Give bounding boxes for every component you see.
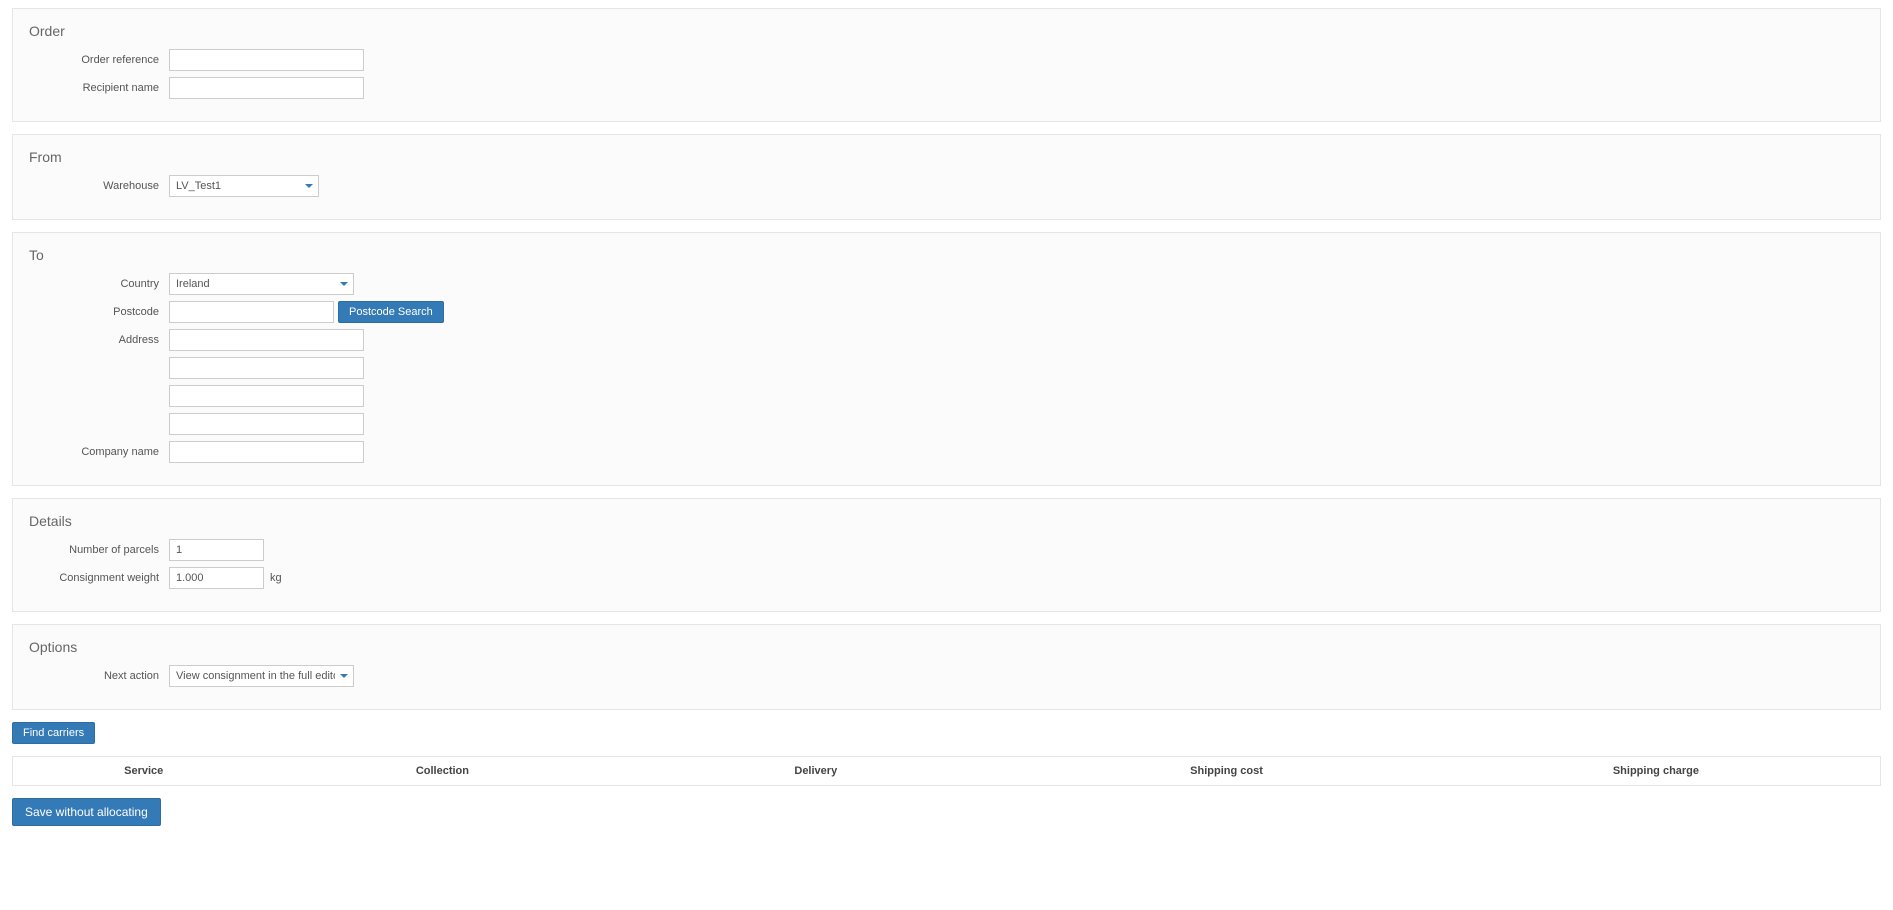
recipient-input[interactable] bbox=[169, 77, 364, 99]
postcode-label: Postcode bbox=[29, 306, 169, 318]
carriers-table: Service Collection Delivery Shipping cos… bbox=[13, 757, 1880, 785]
recipient-label: Recipient name bbox=[29, 82, 169, 94]
save-without-allocating-button[interactable]: Save without allocating bbox=[12, 798, 161, 826]
col-collection: Collection bbox=[274, 757, 610, 785]
warehouse-select[interactable]: LV_Test1 bbox=[169, 175, 319, 197]
order-panel: Order Order reference Recipient name bbox=[12, 8, 1881, 122]
address4-input[interactable] bbox=[169, 413, 364, 435]
address3-input[interactable] bbox=[169, 385, 364, 407]
weight-input[interactable] bbox=[169, 567, 264, 589]
parcels-row: Number of parcels bbox=[29, 539, 1864, 561]
postcode-input[interactable] bbox=[169, 301, 334, 323]
country-label: Country bbox=[29, 278, 169, 290]
options-panel: Options Next action View consignment in … bbox=[12, 624, 1881, 710]
find-carriers-button[interactable]: Find carriers bbox=[12, 722, 95, 744]
col-service: Service bbox=[13, 757, 274, 785]
parcels-label: Number of parcels bbox=[29, 544, 169, 556]
company-label: Company name bbox=[29, 446, 169, 458]
address-row-3 bbox=[29, 385, 1864, 407]
next-action-select[interactable]: View consignment in the full editor bbox=[169, 665, 354, 687]
col-shipping-cost: Shipping cost bbox=[1021, 757, 1432, 785]
address-row-2 bbox=[29, 357, 1864, 379]
to-panel: To Country Ireland Postcode Postcode Sea… bbox=[12, 232, 1881, 486]
weight-unit: kg bbox=[270, 572, 282, 584]
country-row: Country Ireland bbox=[29, 273, 1864, 295]
company-input[interactable] bbox=[169, 441, 364, 463]
company-row: Company name bbox=[29, 441, 1864, 463]
country-select[interactable]: Ireland bbox=[169, 273, 354, 295]
details-title: Details bbox=[29, 513, 1864, 529]
address1-input[interactable] bbox=[169, 329, 364, 351]
order-ref-input[interactable] bbox=[169, 49, 364, 71]
postcode-search-button[interactable]: Postcode Search bbox=[338, 301, 444, 323]
details-panel: Details Number of parcels Consignment we… bbox=[12, 498, 1881, 612]
warehouse-label: Warehouse bbox=[29, 180, 169, 192]
order-ref-label: Order reference bbox=[29, 54, 169, 66]
weight-label: Consignment weight bbox=[29, 572, 169, 584]
options-title: Options bbox=[29, 639, 1864, 655]
col-shipping-charge: Shipping charge bbox=[1432, 757, 1880, 785]
from-panel: From Warehouse LV_Test1 bbox=[12, 134, 1881, 220]
recipient-row: Recipient name bbox=[29, 77, 1864, 99]
from-title: From bbox=[29, 149, 1864, 165]
next-action-row: Next action View consignment in the full… bbox=[29, 665, 1864, 687]
order-ref-row: Order reference bbox=[29, 49, 1864, 71]
find-carriers-row: Find carriers bbox=[12, 722, 1881, 744]
table-header-row: Service Collection Delivery Shipping cos… bbox=[13, 757, 1880, 785]
parcels-input[interactable] bbox=[169, 539, 264, 561]
to-title: To bbox=[29, 247, 1864, 263]
save-row: Save without allocating bbox=[12, 798, 1881, 826]
weight-row: Consignment weight kg bbox=[29, 567, 1864, 589]
next-action-label: Next action bbox=[29, 670, 169, 682]
address-row-4 bbox=[29, 413, 1864, 435]
address-label: Address bbox=[29, 334, 169, 346]
warehouse-row: Warehouse LV_Test1 bbox=[29, 175, 1864, 197]
postcode-row: Postcode Postcode Search bbox=[29, 301, 1864, 323]
order-title: Order bbox=[29, 23, 1864, 39]
address-row-1: Address bbox=[29, 329, 1864, 351]
address2-input[interactable] bbox=[169, 357, 364, 379]
col-delivery: Delivery bbox=[610, 757, 1021, 785]
carriers-table-wrap: Service Collection Delivery Shipping cos… bbox=[12, 756, 1881, 786]
